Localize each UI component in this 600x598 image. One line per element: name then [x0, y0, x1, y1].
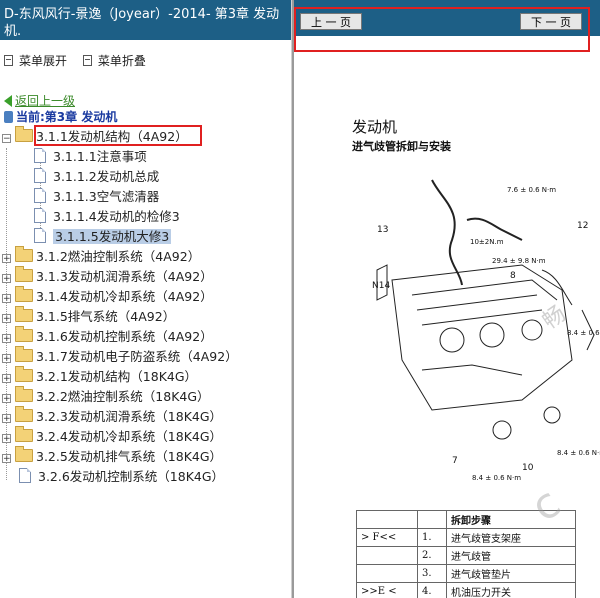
tree-leaf[interactable]: 3.1.1.3空气滤清器	[2, 187, 238, 207]
document-icon	[34, 228, 46, 243]
left-panel: D-东风风行-景逸（Joyear）-2014- 第3章 发动机. 菜单展开 菜单…	[0, 0, 291, 598]
document-icon	[19, 468, 31, 483]
highlight-box	[294, 7, 590, 52]
folder-icon	[15, 286, 33, 302]
section-title: 发动机	[352, 118, 398, 136]
folder-icon	[15, 366, 33, 382]
tree-node[interactable]: +3.1.3发动机润滑系统（4A92）	[2, 266, 238, 287]
callout-13: 13	[377, 225, 388, 235]
torque-label: 10±2N.m	[470, 238, 504, 246]
tree-node[interactable]: +3.2.4发动机冷却系统（18K4G）	[2, 426, 238, 447]
right-panel: 上 一 页 下 一 页 发动机 进气歧管拆卸与安装 7.6 ± 0.6 N·m …	[294, 0, 600, 598]
folder-icon	[15, 326, 33, 342]
highlight-box	[34, 125, 202, 146]
expand-square-icon	[4, 55, 13, 66]
current-label: 当前:第3章 发动机	[16, 110, 118, 124]
expand-toggle-icon[interactable]: +	[2, 354, 11, 364]
expand-toggle-icon[interactable]: +	[2, 434, 11, 444]
folder-icon	[15, 266, 33, 282]
expand-toggle-icon[interactable]: +	[2, 414, 11, 424]
tree-node[interactable]: +3.1.4发动机冷却系统（4A92）	[2, 286, 238, 307]
folder-open-icon	[15, 126, 33, 142]
table-row: >>E < 4. 机油压力开关	[356, 582, 576, 598]
back-arrow-icon	[4, 95, 12, 107]
tree-node[interactable]: +3.2.3发动机润滑系统（18K4G）	[2, 406, 238, 427]
callout-8: 8	[510, 271, 516, 281]
expand-toggle-icon[interactable]: +	[2, 454, 11, 464]
tree-leaf[interactable]: 3.2.6发动机控制系统（18K4G）	[2, 467, 238, 487]
tree-node[interactable]: +3.1.5排气系统（4A92）	[2, 306, 238, 327]
location-icon	[4, 111, 13, 123]
menu-expand-button[interactable]: 菜单展开	[4, 52, 67, 69]
torque-label: 8.4 ± 0.6 N·m	[472, 474, 521, 482]
collapse-square-icon	[82, 55, 92, 66]
tree-node[interactable]: +3.1.2燃油控制系统（4A92）	[2, 246, 238, 267]
expand-toggle-icon[interactable]: +	[2, 374, 11, 384]
tree-node[interactable]: +3.1.6发动机控制系统（4A92）	[2, 326, 238, 347]
torque-label: 8.4 ± 0.6 N·m	[567, 329, 600, 337]
table-row: 3. 进气歧管垫片	[356, 564, 576, 583]
table-row: 2. 进气歧管	[356, 546, 576, 565]
back-row: 返回上一级	[4, 92, 75, 109]
folder-icon	[15, 406, 33, 422]
tree-leaf[interactable]: 3.1.1.1注意事项	[2, 147, 238, 167]
tree-leaf[interactable]: 3.1.1.4发动机的检修3	[2, 207, 238, 227]
document-icon	[34, 148, 46, 163]
folder-icon	[15, 246, 33, 262]
removal-steps-table: 拆卸步骤 > F<< 1. 进气歧管支架座 2. 进气歧管 3. 进气歧管垫片 …	[356, 510, 576, 598]
menu-controls: 菜单展开 菜单折叠	[4, 52, 158, 69]
folder-icon	[15, 306, 33, 322]
back-link[interactable]: 返回上一级	[15, 94, 75, 108]
tree-node[interactable]: +3.2.1发动机结构（18K4G）	[2, 366, 238, 387]
expand-toggle-icon[interactable]: +	[2, 274, 11, 284]
expand-toggle-icon[interactable]: +	[2, 334, 11, 344]
section-subtitle: 进气歧管拆卸与安装	[352, 140, 451, 153]
torque-label: 8.4 ± 0.6 N·m	[557, 449, 600, 457]
folder-icon	[15, 386, 33, 402]
tree-leaf-selected[interactable]: 3.1.1.5发动机大修3	[2, 227, 238, 247]
expand-toggle-icon[interactable]: +	[2, 254, 11, 264]
tree-leaf[interactable]: 3.1.1.2发动机总成	[2, 167, 238, 187]
torque-label: 29.4 ± 9.8 N·m	[492, 257, 546, 265]
torque-label: 7.6 ± 0.6 N·m	[507, 186, 556, 194]
callout-12: 12	[577, 221, 588, 231]
expand-toggle-icon[interactable]: +	[2, 394, 11, 404]
document-icon	[34, 208, 46, 223]
document-icon	[34, 188, 46, 203]
document-title: D-东风风行-景逸（Joyear）-2014- 第3章 发动机.	[0, 0, 291, 40]
tree-node[interactable]: +3.2.2燃油控制系统（18K4G）	[2, 386, 238, 407]
expand-toggle-icon[interactable]: +	[2, 294, 11, 304]
callout-7: 7	[452, 456, 458, 466]
chapter-tree: −3.1.1发动机结构（4A92） 3.1.1.1注意事项 3.1.1.2发动机…	[2, 126, 238, 487]
tree-node[interactable]: +3.2.5发动机排气系统（18K4G）	[2, 446, 238, 467]
expand-toggle-icon[interactable]: +	[2, 314, 11, 324]
collapse-toggle-icon[interactable]: −	[2, 134, 11, 144]
folder-icon	[15, 426, 33, 442]
callout-n14: N14	[372, 281, 390, 291]
folder-icon	[15, 446, 33, 462]
current-location: 当前:第3章 发动机	[4, 108, 117, 125]
document-icon	[34, 168, 46, 183]
menu-collapse-button[interactable]: 菜单折叠	[82, 52, 146, 69]
tree-node[interactable]: +3.1.7发动机电子防盗系统（4A92）	[2, 346, 238, 367]
table-row: > F<< 1. 进气歧管支架座	[356, 528, 576, 547]
folder-icon	[15, 346, 33, 362]
callout-10: 10	[522, 463, 534, 473]
